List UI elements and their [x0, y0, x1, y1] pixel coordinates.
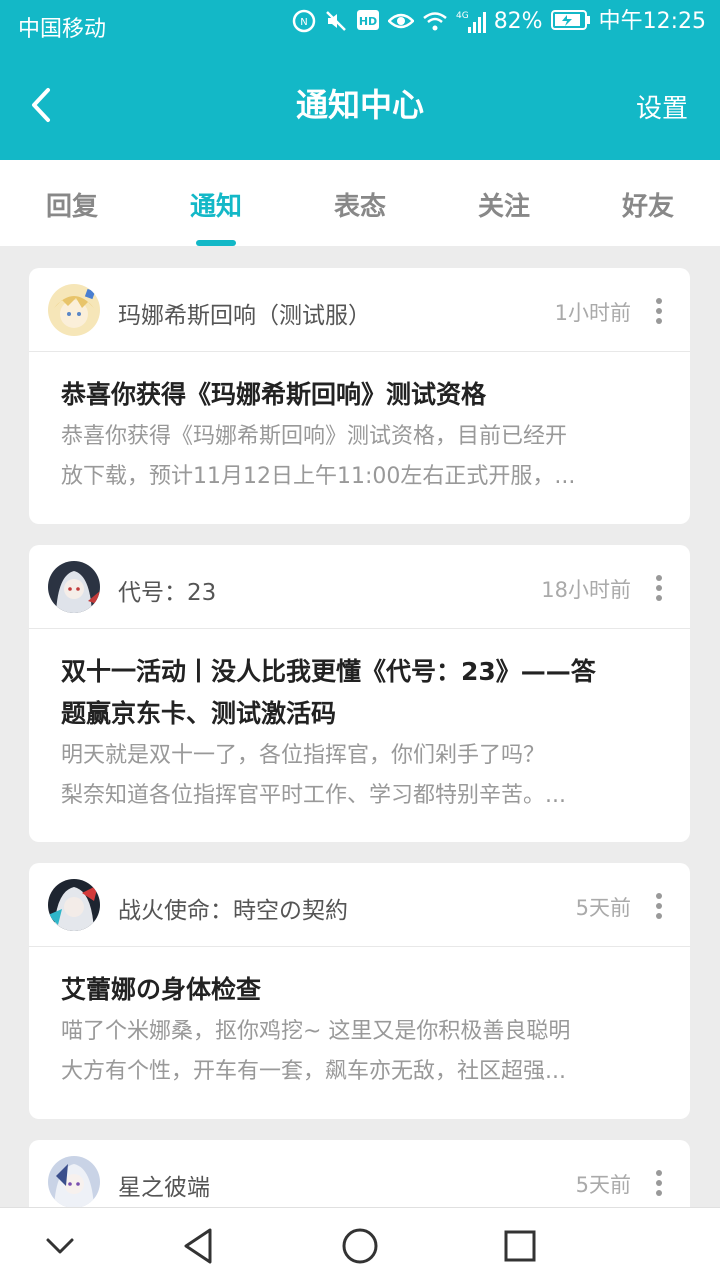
circle-home-icon [342, 1228, 378, 1264]
post-time: 5天前 [575, 1173, 631, 1197]
game-name[interactable]: 玛娜希斯回响（测试服） [118, 296, 371, 330]
tab-bar: 回复 通知 表态 关注 好友 [0, 160, 720, 246]
signal-icon: 4G [456, 9, 486, 35]
tab-notice[interactable]: 通知 [156, 186, 276, 223]
post-summary-line: 恭喜你获得《玛娜希斯回响》测试资格，目前已经开 [61, 424, 568, 449]
game-name[interactable]: 星之彼端 [118, 1168, 210, 1202]
nav-home-button[interactable] [340, 1226, 380, 1266]
more-options-icon[interactable] [654, 298, 664, 326]
more-options-icon[interactable] [654, 1170, 664, 1198]
hide-nav-button[interactable] [40, 1226, 80, 1266]
square-recents-icon [504, 1230, 536, 1262]
card-header: 战火使命：時空の契約 5天前 [29, 863, 690, 947]
card-header: 代号：23 18小时前 [29, 545, 690, 629]
post-summary-line: 喵了个米娜桑，抠你鸡挖~ 这里又是你积极善良聪明 [61, 1019, 571, 1044]
post-summary-line: 大方有个性，开车有一套，飙车亦无敌，社区超强... [61, 1059, 566, 1084]
post-summary-line: 梨奈知道各位指挥官平时工作、学习都特别辛苦。... [61, 783, 566, 808]
page-title: 通知中心 [295, 86, 424, 124]
battery-percent: 82% [493, 9, 543, 34]
triangle-back-icon [184, 1228, 212, 1264]
post-title[interactable]: 恭喜你获得《玛娜希斯回响》测试资格 [61, 374, 658, 416]
post-title[interactable]: 艾蕾娜の身体检查 [61, 969, 658, 1011]
card-header: 玛娜希斯回响（测试服） 1小时前 [29, 268, 690, 352]
active-tab-indicator [196, 240, 236, 246]
more-options-icon[interactable] [654, 893, 664, 921]
nav-recents-button[interactable] [500, 1226, 540, 1266]
battery-icon [550, 9, 591, 35]
game-name[interactable]: 战火使命：時空の契約 [118, 891, 348, 925]
post-title[interactable]: 题赢京东卡、测试激活码 [61, 693, 658, 735]
status-icons: N HD 4G 82% 中午12:25 [292, 9, 706, 35]
post-summary-line: 放下载，预计11月12日上午11:00左右正式开服，... [61, 464, 576, 489]
nav-back-button[interactable] [180, 1226, 220, 1266]
tab-reaction[interactable]: 表态 [300, 186, 420, 223]
post-title[interactable]: 双十一活动丨没人比我更懂《代号：23》——答 [61, 651, 658, 693]
notification-card[interactable]: 代号：23 18小时前 双十一活动丨没人比我更懂《代号：23》——答 题赢京东卡… [29, 545, 690, 842]
notification-card[interactable]: 战火使命：時空の契約 5天前 艾蕾娜の身体检查 喵了个米娜桑，抠你鸡挖~ 这里又… [29, 863, 690, 1119]
card-body: 艾蕾娜の身体检查 喵了个米娜桑，抠你鸡挖~ 这里又是你积极善良聪明 大方有个性，… [29, 947, 690, 1091]
eye-icon [387, 9, 414, 35]
post-time: 18小时前 [541, 578, 631, 602]
card-body: 双十一活动丨没人比我更懂《代号：23》——答 题赢京东卡、测试激活码 明天就是双… [29, 629, 690, 815]
clock-label: 中午12:25 [598, 9, 706, 34]
tab-friends[interactable]: 好友 [588, 186, 708, 223]
post-time: 5天前 [575, 896, 631, 920]
network-label: 4G [456, 11, 469, 21]
app-header: 通知中心 设置 [0, 52, 720, 160]
status-bar: 中国移动 N HD 4G 82% 中午12:25 [0, 0, 720, 52]
game-avatar[interactable] [48, 1156, 100, 1208]
system-nav-bar [0, 1207, 720, 1280]
chevron-down-icon [46, 1238, 74, 1254]
nfc-icon: N [292, 9, 316, 35]
game-avatar[interactable] [48, 879, 100, 931]
tab-reply[interactable]: 回复 [12, 186, 132, 223]
hd-icon: HD [356, 9, 380, 35]
game-avatar[interactable] [48, 284, 100, 336]
hd-label: HD [359, 15, 377, 28]
card-body: 恭喜你获得《玛娜希斯回响》测试资格 恭喜你获得《玛娜希斯回响》测试资格，目前已经… [29, 352, 690, 496]
notification-card[interactable]: 玛娜希斯回响（测试服） 1小时前 恭喜你获得《玛娜希斯回响》测试资格 恭喜你获得… [29, 268, 690, 524]
mute-icon [324, 9, 348, 35]
game-name[interactable]: 代号：23 [118, 573, 216, 607]
settings-button[interactable]: 设置 [636, 88, 688, 125]
wifi-icon [422, 9, 448, 35]
post-time: 1小时前 [554, 301, 631, 325]
tab-follow[interactable]: 关注 [444, 186, 564, 223]
game-avatar[interactable] [48, 561, 100, 613]
more-options-icon[interactable] [654, 575, 664, 603]
carrier-label: 中国移动 [18, 17, 107, 42]
post-summary-line: 明天就是双十一了，各位指挥官，你们剁手了吗？ [61, 743, 546, 768]
svg-text:N: N [300, 17, 307, 28]
